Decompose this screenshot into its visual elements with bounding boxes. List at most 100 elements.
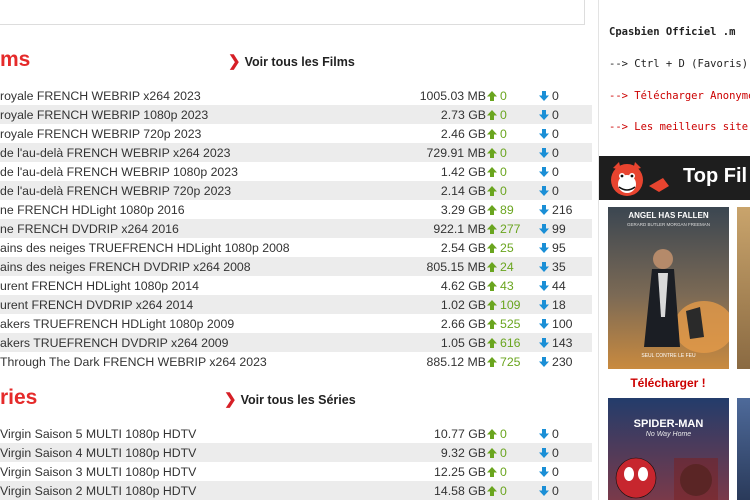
table-row[interactable]: Virgin Saison 2 MULTI 1080p HDTV 14.58 GB… xyxy=(0,481,592,500)
leechers-value: 0 xyxy=(552,145,559,160)
torrent-name-link[interactable]: akers TRUEFRENCH DVDRIP x264 2009 xyxy=(0,336,408,350)
see-all-films-link[interactable]: ❯ Voir tous les Films xyxy=(228,52,355,70)
table-row[interactable]: royale FRENCH WEBRIP 720p 2023 2.46 GB 0 0 xyxy=(0,124,592,143)
seeders-value: 0 xyxy=(500,464,507,479)
leechers-value: 0 xyxy=(552,464,559,479)
torrent-name-link[interactable]: de l'au-delà FRENCH WEBRIP x264 2023 xyxy=(0,146,408,160)
torrent-name-link[interactable]: urent FRENCH HDLight 1080p 2014 xyxy=(0,279,408,293)
torrent-name-link[interactable]: ne FRENCH HDLight 1080p 2016 xyxy=(0,203,408,217)
seeders-count: 109 xyxy=(486,298,538,312)
sidebar: Cpasbien Officiel .m --> Ctrl + D (Favor… xyxy=(598,0,750,500)
favorites-link[interactable]: --> Ctrl + D (Favoris) xyxy=(609,58,748,70)
poster-partial-right[interactable] xyxy=(737,398,750,500)
torrent-name-link[interactable]: Virgin Saison 2 MULTI 1080p HDTV xyxy=(0,484,408,498)
seeders-value: 24 xyxy=(500,259,514,274)
leechers-value: 44 xyxy=(552,278,566,293)
poster-angel-has-fallen[interactable]: ANGEL HAS FALLEN GERARD BUTLER MORGAN FR… xyxy=(608,207,729,369)
leechers-value: 0 xyxy=(552,126,559,141)
see-all-series-link[interactable]: ❯ Voir tous les Séries xyxy=(224,390,356,408)
table-row[interactable]: ains des neiges TRUEFRENCH HDLight 1080p… xyxy=(0,238,592,257)
poster-image xyxy=(608,398,729,500)
table-row[interactable]: Virgin Saison 4 MULTI 1080p HDTV 9.32 GB 0… xyxy=(0,443,592,462)
torrent-name-link[interactable]: akers TRUEFRENCH HDLight 1080p 2009 xyxy=(0,317,408,331)
leechers-count: 18 xyxy=(538,298,592,312)
table-row[interactable]: ains des neiges FRENCH DVDRIP x264 2008 8… xyxy=(0,257,592,276)
arrow-down-icon xyxy=(539,280,549,291)
download-button[interactable]: Télécharger ! xyxy=(607,376,729,390)
table-row[interactable]: ne FRENCH HDLight 1080p 2016 3.29 GB 89 216 xyxy=(0,200,592,219)
torrent-name-link[interactable]: Virgin Saison 4 MULTI 1080p HDTV xyxy=(0,446,408,460)
anonymous-download-link[interactable]: --> Télécharger Anonyme xyxy=(609,90,750,102)
top-box xyxy=(0,0,585,25)
top-films-title: Top Fil xyxy=(683,165,748,187)
table-row[interactable]: royale FRENCH WEBRIP 1080p 2023 2.73 GB 0 0 xyxy=(0,105,592,124)
arrow-up-icon xyxy=(487,204,497,215)
seeders-value: 0 xyxy=(500,88,507,103)
arrow-down-icon xyxy=(539,204,549,215)
table-row[interactable]: Virgin Saison 5 MULTI 1080p HDTV 10.77 GB… xyxy=(0,424,592,443)
table-row[interactable]: urent FRENCH HDLight 1080p 2014 4.62 GB 43… xyxy=(0,276,592,295)
seeders-value: 0 xyxy=(500,445,507,460)
leechers-value: 216 xyxy=(552,202,573,217)
poster-subtitle: No Way Home xyxy=(645,431,692,438)
series-section-title: ries xyxy=(0,386,38,409)
leechers-value: 0 xyxy=(552,183,559,198)
table-row[interactable]: de l'au-delà FRENCH WEBRIP 1080p 2023 1.4… xyxy=(0,162,592,181)
table-row[interactable]: akers TRUEFRENCH DVDRIP x264 2009 1.05 GB… xyxy=(0,333,592,352)
sidebar-heading: Cpasbien Officiel .m xyxy=(609,26,735,38)
table-row[interactable]: de l'au-delà FRENCH WEBRIP 720p 2023 2.14… xyxy=(0,181,592,200)
torrent-name-link[interactable]: ne FRENCH DVDRIP x264 2016 xyxy=(0,222,408,236)
table-row[interactable]: ne FRENCH DVDRIP x264 2016 922.1 MB 277 99 xyxy=(0,219,592,238)
leechers-count: 230 xyxy=(538,355,592,369)
best-sites-link[interactable]: --> Les meilleurs site d xyxy=(609,121,750,133)
table-row[interactable]: Through The Dark FRENCH WEBRIP x264 2023… xyxy=(0,352,592,371)
arrow-up-icon xyxy=(487,337,497,348)
torrent-name-link[interactable]: de l'au-delà FRENCH WEBRIP 1080p 2023 xyxy=(0,165,408,179)
leechers-count: 0 xyxy=(538,165,592,179)
leechers-count: 143 xyxy=(538,336,592,350)
torrent-name-link[interactable]: royale FRENCH WEBRIP 1080p 2023 xyxy=(0,108,408,122)
leechers-value: 100 xyxy=(552,316,573,331)
torrent-name-link[interactable]: de l'au-delà FRENCH WEBRIP 720p 2023 xyxy=(0,184,408,198)
poster-partial-right[interactable] xyxy=(737,207,750,369)
leechers-count: 44 xyxy=(538,279,592,293)
torrent-name-link[interactable]: royale FRENCH WEBRIP x264 2023 xyxy=(0,89,408,103)
seeders-value: 0 xyxy=(500,483,507,498)
poster-spider-man[interactable]: SPIDER-MAN No Way Home xyxy=(608,398,729,500)
table-row[interactable]: Virgin Saison 3 MULTI 1080p HDTV 12.25 GB… xyxy=(0,462,592,481)
arrow-up-icon xyxy=(487,485,497,496)
films-section-title: ms xyxy=(0,48,31,71)
arrow-down-icon xyxy=(539,428,549,439)
seeders-count: 25 xyxy=(486,241,538,255)
torrent-name-link[interactable]: ains des neiges FRENCH DVDRIP x264 2008 xyxy=(0,260,408,274)
seeders-value: 0 xyxy=(500,145,507,160)
seeders-value: 725 xyxy=(500,354,521,369)
leechers-count: 95 xyxy=(538,241,592,255)
leechers-value: 0 xyxy=(552,445,559,460)
leechers-value: 0 xyxy=(552,88,559,103)
see-all-films-label: Voir tous les Films xyxy=(244,55,355,69)
torrent-name-link[interactable]: Virgin Saison 3 MULTI 1080p HDTV xyxy=(0,465,408,479)
seeders-count: 277 xyxy=(486,222,538,236)
leechers-count: 0 xyxy=(538,465,592,479)
torrent-name-link[interactable]: royale FRENCH WEBRIP 720p 2023 xyxy=(0,127,408,141)
torrent-name-link[interactable]: ains des neiges TRUEFRENCH HDLight 1080p… xyxy=(0,241,408,255)
seeders-value: 525 xyxy=(500,316,521,331)
seeders-count: 725 xyxy=(486,355,538,369)
torrent-name-link[interactable]: Through The Dark FRENCH WEBRIP x264 2023 xyxy=(0,355,408,369)
seeders-value: 109 xyxy=(500,297,521,312)
arrow-down-icon xyxy=(539,128,549,139)
table-row[interactable]: de l'au-delà FRENCH WEBRIP x264 2023 729.… xyxy=(0,143,592,162)
torrent-size: 1.02 GB xyxy=(440,297,486,312)
table-row[interactable]: akers TRUEFRENCH HDLight 1080p 2009 2.66 … xyxy=(0,314,592,333)
seeders-count: 0 xyxy=(486,127,538,141)
table-row[interactable]: urent FRENCH DVDRIP x264 2014 1.02 GB 109 1… xyxy=(0,295,592,314)
torrent-name-link[interactable]: Virgin Saison 5 MULTI 1080p HDTV xyxy=(0,427,408,441)
torrent-size: 1.42 GB xyxy=(440,164,486,179)
torrent-name-link[interactable]: urent FRENCH DVDRIP x264 2014 xyxy=(0,298,408,312)
arrow-down-icon xyxy=(539,447,549,458)
table-row[interactable]: royale FRENCH WEBRIP x264 2023 1005.03 MB… xyxy=(0,86,592,105)
arrow-up-icon xyxy=(487,428,497,439)
torrent-size: 2.14 GB xyxy=(440,183,486,198)
torrent-size: 2.46 GB xyxy=(440,126,486,141)
